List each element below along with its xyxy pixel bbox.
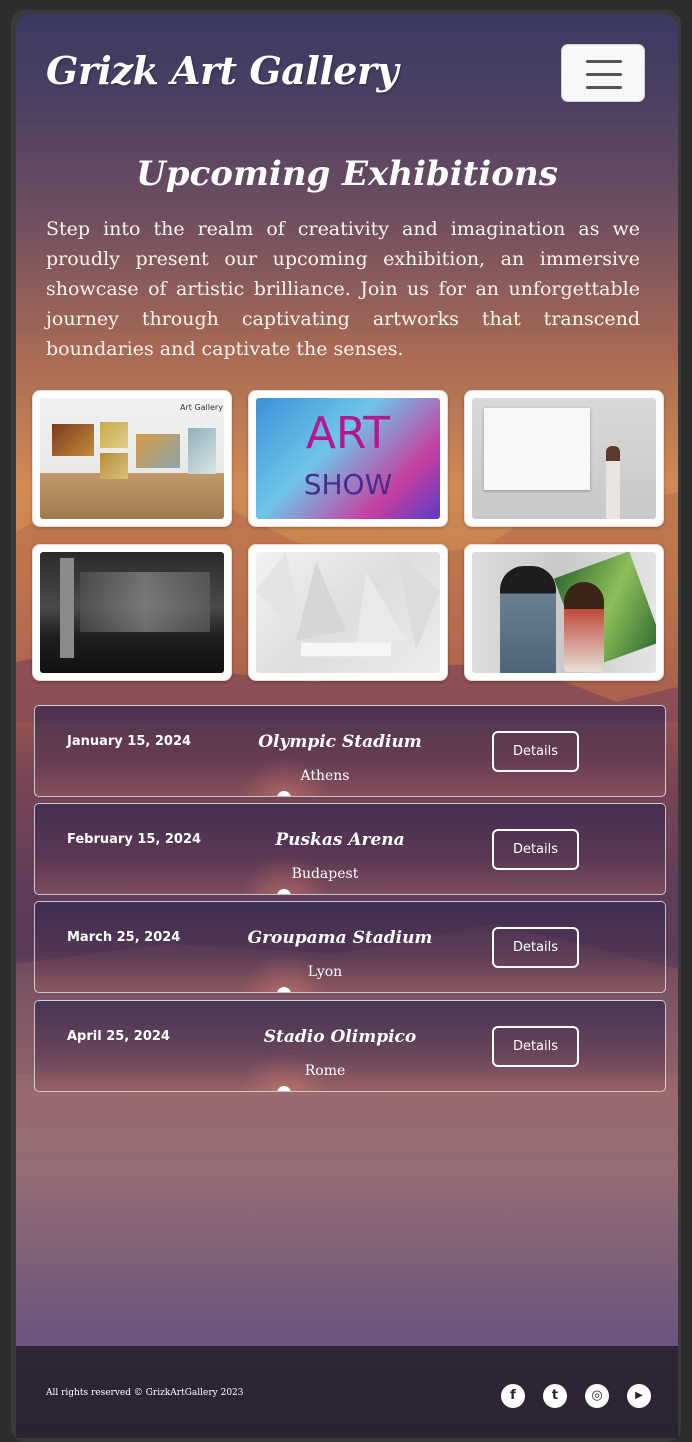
menu-icon-bar [586,86,622,89]
sculpture-shapes [256,552,440,657]
facebook-icon[interactable]: f [501,1384,525,1408]
menu-icon-bar [586,73,622,76]
painting-shape [100,453,128,479]
event-venue: Stadio Olimpico [263,1027,417,1047]
event-card: February 15, 2024 Puskas Arena Budapest … [34,803,666,895]
intro-paragraph: Step into the realm of creativity and im… [46,218,640,360]
painting-shape [52,424,94,456]
gallery-thumbnail[interactable] [464,390,664,527]
event-date: March 25, 2024 [67,930,181,945]
gallery-thumbnail[interactable] [248,544,448,681]
white-sculpture-image [256,552,440,673]
menu-icon-bar [586,60,622,63]
event-date: January 15, 2024 [67,734,192,749]
person-shape [606,446,620,519]
event-city: Budapest [291,866,359,882]
gallery-thumbnail[interactable]: ART SHOW [248,390,448,527]
art-show-text: SHOW [303,468,393,501]
pillar-shape [60,558,74,658]
details-button[interactable]: Details [492,927,579,968]
painting-shape [100,422,128,448]
instagram-icon[interactable]: ◎ [585,1384,609,1408]
canvas-shape [484,408,590,490]
twitter-icon[interactable]: t [543,1384,567,1408]
blank-canvas-image [472,398,656,519]
copyright-text: All rights reserved © GrizkArtGallery 20… [46,1388,244,1398]
wall-light [80,572,210,632]
event-card: April 25, 2024 Stadio Olimpico Rome Deta… [34,1000,666,1092]
event-venue: Puskas Arena [275,830,405,850]
page: Grizk Art Gallery Upcoming Exhibitions S… [16,14,678,1438]
details-button[interactable]: Details [492,731,579,772]
person-shape [500,566,556,673]
event-venue: Groupama Stadium [247,928,433,948]
art-show-text: ART [305,408,391,459]
hamburger-menu-button[interactable] [561,44,645,102]
artists-painting-image [472,552,656,673]
site-logo[interactable]: Grizk Art Gallery [46,48,399,93]
page-title: Upcoming Exhibitions [136,154,558,194]
event-city: Athens [300,768,350,784]
art-show-image: ART SHOW [256,398,440,519]
event-card: March 25, 2024 Groupama Stadium Lyon Det… [34,901,666,993]
gallery-caption: Art Gallery [180,403,223,412]
event-date: April 25, 2024 [67,1029,170,1044]
gallery-thumbnail[interactable] [464,544,664,681]
gallery-wall-image: Art Gallery [40,398,224,519]
event-city: Lyon [307,964,343,980]
event-city: Rome [304,1063,346,1079]
event-venue: Olympic Stadium [258,732,422,752]
painting-shape [188,428,216,474]
footer: All rights reserved © GrizkArtGallery 20… [16,1346,678,1438]
gallery-thumbnail[interactable] [32,544,232,681]
event-date: February 15, 2024 [67,832,202,847]
person-shape [564,582,604,672]
details-button[interactable]: Details [492,829,579,870]
details-button[interactable]: Details [492,1026,579,1067]
gallery-thumbnail[interactable]: Art Gallery [32,390,232,527]
dark-hall-image [40,552,224,673]
painting-shape [136,434,180,468]
youtube-icon[interactable]: ▶ [627,1384,651,1408]
event-card: January 15, 2024 Olympic Stadium Athens … [34,705,666,797]
